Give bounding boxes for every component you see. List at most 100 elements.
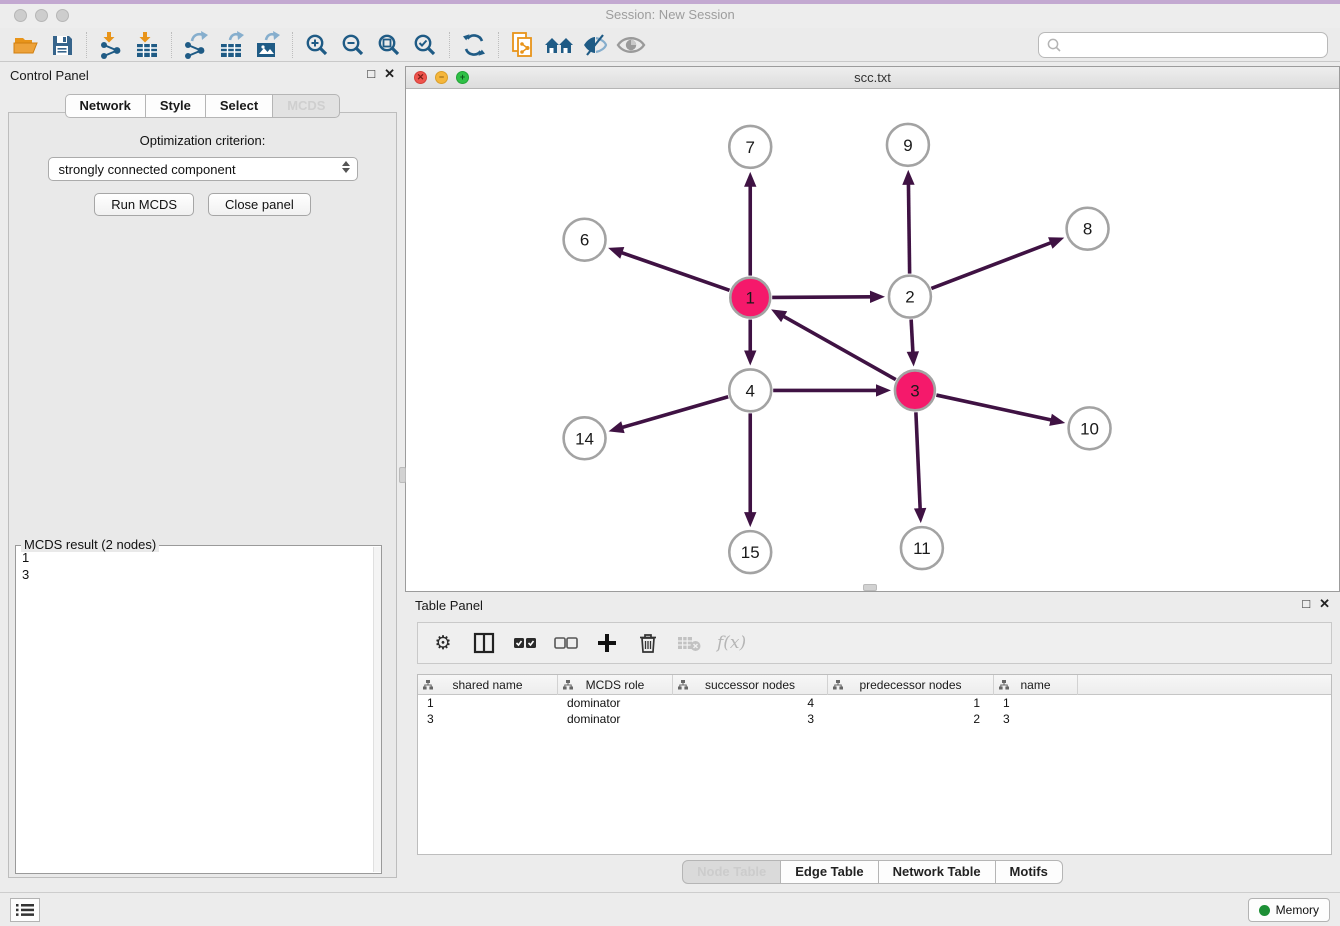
edge-arrowhead — [608, 247, 624, 259]
toolbar-separator — [86, 32, 87, 58]
network-graph[interactable]: 7 9 6 8 1 2 4 3 14 10 15 11 — [406, 89, 1339, 591]
tab-network-table[interactable]: Network Table — [878, 860, 996, 884]
cell-shared-name[interactable]: 3 — [418, 711, 558, 727]
table-row[interactable]: 3dominator323 — [418, 711, 1331, 727]
mcds-result-box[interactable]: MCDS result (2 nodes) 1 3 — [15, 545, 382, 874]
cell-successor-nodes[interactable]: 3 — [673, 711, 828, 727]
zoom-out-icon[interactable] — [335, 30, 371, 60]
graph-node-7[interactable]: 7 — [729, 126, 771, 168]
cell-successor-nodes[interactable]: 4 — [673, 695, 828, 711]
edge-3-1[interactable] — [782, 316, 895, 380]
graph-node-4[interactable]: 4 — [729, 369, 771, 411]
tab-network[interactable]: Network — [65, 94, 146, 118]
cell-MCDS-role[interactable]: dominator — [558, 695, 673, 711]
export-table-icon[interactable] — [214, 30, 250, 60]
zoom-in-icon[interactable] — [299, 30, 335, 60]
cell-shared-name[interactable]: 1 — [418, 695, 558, 711]
control-panel: Control Panel □ ✕ NetworkStyleSelectMCDS… — [0, 62, 405, 892]
edge-4-14[interactable] — [621, 397, 728, 428]
edge-2-8[interactable] — [931, 242, 1052, 288]
run-mcds-button[interactable]: Run MCDS — [94, 193, 194, 216]
tab-mcds[interactable]: MCDS — [272, 94, 340, 118]
export-image-icon[interactable] — [250, 30, 286, 60]
close-panel-button[interactable]: Close panel — [208, 193, 311, 216]
hide-graphics-details-icon[interactable] — [577, 30, 613, 60]
open-session-icon[interactable] — [8, 30, 44, 60]
search-field[interactable] — [1038, 32, 1328, 58]
toolbar-separator — [171, 32, 172, 58]
graph-node-9[interactable]: 9 — [887, 124, 929, 166]
node-label: 10 — [1080, 419, 1099, 438]
column-header-MCDS-role[interactable]: MCDS role — [558, 675, 673, 695]
column-header-successor-nodes[interactable]: successor nodes — [673, 675, 828, 695]
graph-node-10[interactable]: 10 — [1069, 407, 1111, 449]
optimization-criterion-select[interactable]: strongly connected component — [48, 157, 358, 181]
column-header-name[interactable]: name — [994, 675, 1078, 695]
network-window-titlebar[interactable]: ✕ − + scc.txt — [406, 67, 1339, 89]
cell-name[interactable]: 1 — [994, 695, 1078, 711]
vertical-splitter-handle[interactable] — [399, 467, 406, 483]
graph-node-14[interactable]: 14 — [564, 417, 606, 459]
search-input[interactable] — [1062, 38, 1327, 53]
edge-2-9[interactable] — [908, 183, 909, 274]
graph-node-1[interactable]: 1 — [730, 278, 770, 318]
result-scrollbar[interactable] — [373, 547, 381, 872]
edge-3-11[interactable] — [916, 412, 920, 510]
graph-node-3[interactable]: 3 — [895, 370, 935, 410]
export-network-icon[interactable] — [178, 30, 214, 60]
network-window-title: scc.txt — [406, 70, 1339, 85]
edge-1-6[interactable] — [620, 252, 729, 290]
main-toolbar — [0, 28, 1340, 62]
column-header-shared-name[interactable]: shared name — [418, 675, 558, 695]
home-icon[interactable] — [541, 30, 577, 60]
edge-arrowhead — [907, 351, 919, 366]
tab-select[interactable]: Select — [205, 94, 273, 118]
close-panel-icon[interactable]: ✕ — [384, 66, 395, 82]
horizontal-splitter-handle[interactable] — [863, 584, 877, 591]
graph-node-6[interactable]: 6 — [564, 219, 606, 261]
cell-name[interactable]: 3 — [994, 711, 1078, 727]
unselect-all-checkboxes-icon[interactable] — [553, 630, 579, 656]
refresh-layout-icon[interactable] — [456, 30, 492, 60]
edge-1-2[interactable] — [772, 297, 872, 298]
close-table-panel-icon[interactable]: ✕ — [1319, 596, 1330, 612]
mcds-panel: Optimization criterion: strongly connect… — [8, 112, 397, 878]
import-network-icon[interactable] — [93, 30, 129, 60]
graph-node-8[interactable]: 8 — [1067, 208, 1109, 250]
show-columns-icon[interactable] — [471, 630, 497, 656]
select-all-checkboxes-icon[interactable] — [512, 630, 538, 656]
table-options-gear-icon[interactable]: ⚙ — [430, 630, 456, 656]
function-builder-icon[interactable]: f(x) — [717, 630, 746, 656]
new-network-from-selection-icon[interactable] — [505, 30, 541, 60]
import-table-icon[interactable] — [129, 30, 165, 60]
float-table-panel-icon[interactable]: □ — [1302, 596, 1310, 612]
cell-predecessor-nodes[interactable]: 1 — [828, 695, 994, 711]
delete-columns-trash-icon[interactable] — [635, 630, 661, 656]
graph-node-11[interactable]: 11 — [901, 527, 943, 569]
create-column-icon[interactable] — [594, 630, 620, 656]
zoom-selected-icon[interactable] — [407, 30, 443, 60]
delete-table-icon[interactable] — [676, 630, 702, 656]
graph-node-2[interactable]: 2 — [889, 276, 931, 318]
cell-MCDS-role[interactable]: dominator — [558, 711, 673, 727]
network-canvas[interactable]: 7 9 6 8 1 2 4 3 14 10 15 11 — [406, 89, 1339, 591]
edge-3-10[interactable] — [936, 395, 1052, 420]
save-session-icon[interactable] — [44, 30, 80, 60]
graph-node-15[interactable]: 15 — [729, 531, 771, 573]
tab-node-table[interactable]: Node Table — [682, 860, 781, 884]
birds-eye-view-icon[interactable] — [613, 30, 649, 60]
float-panel-icon[interactable]: □ — [367, 66, 375, 82]
cell-predecessor-nodes[interactable]: 2 — [828, 711, 994, 727]
memory-button[interactable]: Memory — [1248, 898, 1330, 922]
table-row[interactable]: 1dominator411 — [418, 695, 1331, 711]
edge-2-3[interactable] — [911, 320, 913, 354]
tab-motifs[interactable]: Motifs — [995, 860, 1063, 884]
node-table[interactable]: shared nameMCDS rolesuccessor nodesprede… — [417, 674, 1332, 855]
node-label: 9 — [903, 136, 912, 155]
column-header-predecessor-nodes[interactable]: predecessor nodes — [828, 675, 994, 695]
titlebar[interactable]: Session: New Session — [0, 4, 1340, 28]
tab-style[interactable]: Style — [145, 94, 206, 118]
zoom-fit-icon[interactable] — [371, 30, 407, 60]
tab-edge-table[interactable]: Edge Table — [780, 860, 878, 884]
task-history-icon[interactable] — [10, 898, 40, 922]
